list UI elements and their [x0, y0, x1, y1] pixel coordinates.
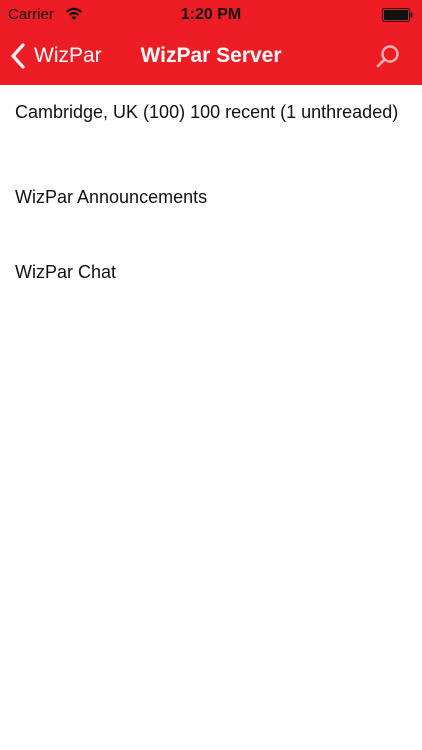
search-icon[interactable]	[374, 43, 402, 71]
status-time: 1:20 PM	[180, 6, 242, 23]
list-item[interactable]: Cambridge, UK (100) 100 recent (1 unthre…	[15, 101, 410, 123]
app-screen: Carrier 1:20 PM WizPar WizPar Server Cam…	[0, 0, 422, 750]
navigation-bar: WizPar WizPar Server	[0, 30, 422, 85]
list-item[interactable]: WizPar Announcements	[15, 186, 410, 208]
page-title: WizPar Server	[140, 44, 282, 67]
battery-icon	[382, 8, 413, 22]
list-item[interactable]: WizPar Chat	[15, 261, 410, 283]
top-bar: Carrier 1:20 PM WizPar WizPar Server	[0, 0, 422, 85]
status-bar: Carrier 1:20 PM	[0, 0, 422, 30]
